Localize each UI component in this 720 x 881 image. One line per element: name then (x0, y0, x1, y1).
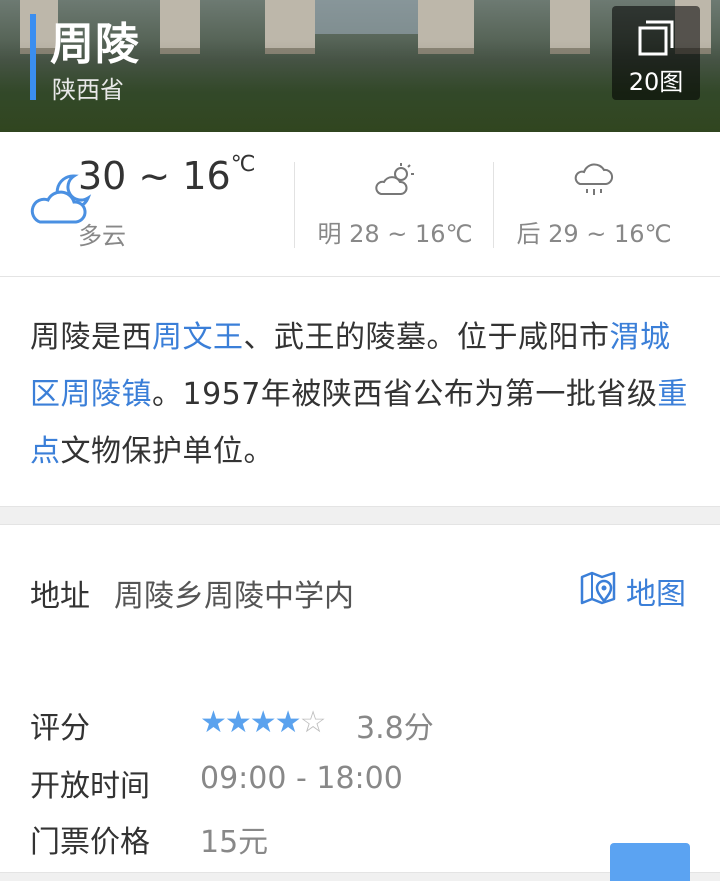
tomorrow-weather: 明 28 ~ 16℃ (295, 132, 495, 276)
page-title: 周陵 (50, 19, 140, 70)
title-accent-bar (30, 14, 36, 100)
link-zhou-wenwang[interactable]: 周文王 (152, 320, 244, 355)
after-tomorrow-weather: 后 29 ~ 16℃ (494, 132, 694, 276)
after-tomorrow-text: 后 29 ~ 16℃ (516, 220, 672, 248)
map-pin-icon (580, 571, 616, 605)
today-temp: 30 ~ 16℃ (78, 152, 256, 198)
rating-score: 3.8分 (356, 711, 434, 746)
address-label: 地址 (30, 579, 90, 614)
info-section: 评分 ★★★★☆ 3.8分 开放时间 09:00 - 18:00 门票价格 15… (0, 655, 720, 873)
hours-row: 开放时间 09:00 - 18:00 (30, 761, 690, 805)
description-text: 周陵是西周文王、武王的陵墓。位于咸阳市渭城区周陵镇。1957年被陕西省公布为第一… (30, 320, 688, 469)
rating-label: 评分 (30, 711, 90, 746)
gallery-button[interactable]: 20图 (612, 6, 700, 100)
rating-stars: ★★★★☆ (200, 705, 326, 740)
today-desc: 多云 (78, 222, 126, 250)
map-label: 地图 (626, 577, 686, 612)
floating-action-button[interactable] (610, 843, 690, 881)
weather-panel: 30 ~ 16℃ 多云 明 28 ~ 16℃ 后 29 ~ 16℃ (0, 132, 720, 277)
ticket-value: 15元 (200, 825, 269, 860)
tomorrow-text: 明 28 ~ 16℃ (317, 220, 473, 248)
rain-icon (574, 163, 614, 195)
rating-row: 评分 ★★★★☆ 3.8分 (30, 703, 690, 747)
description-section: 周陵是西周文王、武王的陵墓。位于咸阳市渭城区周陵镇。1957年被陕西省公布为第一… (0, 277, 720, 507)
hours-label: 开放时间 (30, 769, 150, 804)
page-subtitle: 陕西省 (52, 76, 124, 104)
hours-value: 09:00 - 18:00 (200, 761, 403, 796)
ticket-label: 门票价格 (30, 825, 150, 860)
address-value: 周陵乡周陵中学内 (114, 579, 354, 614)
gallery-count: 20图 (628, 68, 684, 96)
address-section: 地址 周陵乡周陵中学内 地图 (0, 524, 720, 656)
hero-image[interactable]: 周陵 陕西省 20图 (0, 0, 720, 132)
partly-sunny-icon (375, 163, 414, 195)
ticket-row: 门票价格 15元 (30, 817, 690, 861)
gallery-icon (638, 20, 674, 56)
